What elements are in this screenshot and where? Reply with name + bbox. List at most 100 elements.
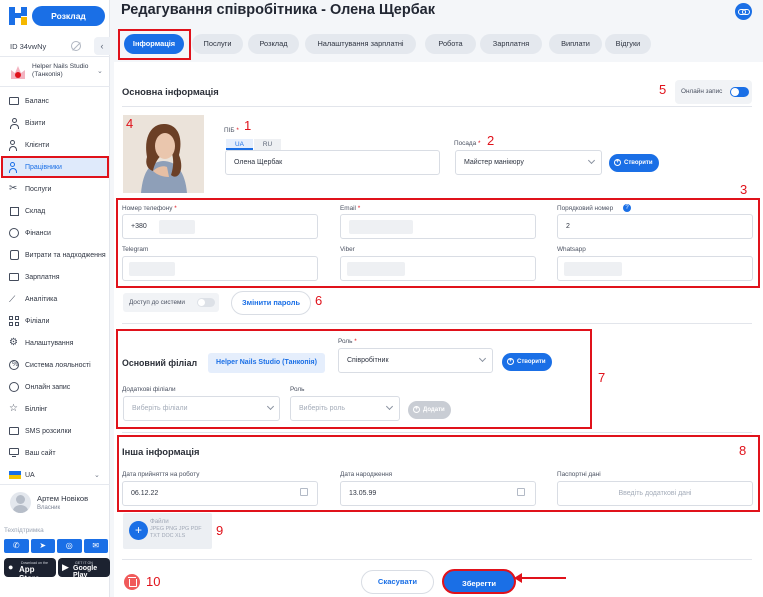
lang-tab-ua[interactable]: UA xyxy=(226,139,253,150)
name-label-text: ПІБ xyxy=(224,127,235,134)
role-select[interactable]: Співробітник xyxy=(338,348,493,373)
delete-icon[interactable] xyxy=(124,574,140,590)
blurred-value xyxy=(347,262,405,276)
app-logo-icon[interactable] xyxy=(9,7,29,25)
viber-icon[interactable]: ◎ xyxy=(57,539,82,553)
employee-photo[interactable] xyxy=(123,115,204,193)
system-access-toggle[interactable] xyxy=(197,298,215,307)
sidebar-item-warehouse[interactable]: Склад xyxy=(0,200,110,222)
email-input[interactable] xyxy=(340,214,536,239)
tab-services[interactable]: Послуги xyxy=(192,34,243,54)
section-title: Основна інформація xyxy=(122,86,219,97)
link-icon[interactable] xyxy=(735,3,752,20)
sidebar-item-salary[interactable]: Зарплатня xyxy=(0,266,110,288)
sidebar-item-label: Зарплатня xyxy=(25,273,60,281)
tab-salary-settings[interactable]: Налаштування зарплатні xyxy=(305,34,416,54)
sidebar-item-label: Послуги xyxy=(25,185,52,193)
sidebar-item-sms[interactable]: SMS розсилки xyxy=(0,420,110,442)
user-profile[interactable]: Артем Новіков Власник xyxy=(0,486,110,522)
sidebar-item-billing[interactable]: ☆ Біллінг xyxy=(0,398,110,420)
hire-date-input[interactable]: 06.12.22 xyxy=(122,481,318,506)
sidebar-item-label: Онлайн запис xyxy=(25,383,71,391)
create-position-button[interactable]: + Створити xyxy=(609,154,659,172)
sidebar-item-finance[interactable]: Фінанси xyxy=(0,222,110,244)
sidebar-item-settings[interactable]: ⚙ Налаштування xyxy=(0,332,110,354)
tab-work[interactable]: Робота xyxy=(425,34,476,54)
telegram-icon[interactable]: ➤ xyxy=(30,539,55,553)
telegram-input[interactable] xyxy=(122,256,318,281)
schedule-button[interactable]: Розклад xyxy=(32,6,105,26)
sidebar-item-branches[interactable]: Філіали xyxy=(0,310,110,332)
viber-input[interactable] xyxy=(340,256,536,281)
phone-icon[interactable]: ✆ xyxy=(4,539,29,553)
position-label: Посада * xyxy=(454,140,480,147)
branch-name[interactable]: Helper Nails Studio (Танкопія) xyxy=(32,63,94,79)
calendar-icon[interactable] xyxy=(300,488,308,496)
create-role-button[interactable]: + Створити xyxy=(502,353,552,371)
whatsapp-label: Whatsapp xyxy=(557,246,586,253)
passport-input[interactable]: Введіть додаткові дані xyxy=(557,481,753,506)
order-label-text: Порядковий номер xyxy=(557,205,614,212)
app-store-button[interactable]: ● Download on the App Store xyxy=(4,558,56,583)
divider xyxy=(122,432,752,433)
sidebar-item-online-booking[interactable]: Онлайн запис xyxy=(0,376,110,398)
whatsapp-input[interactable] xyxy=(557,256,753,281)
chevron-down-icon[interactable]: ⌄ xyxy=(97,67,103,75)
extra-role-select[interactable]: Виберіть роль xyxy=(290,396,400,421)
phone-value: +380 xyxy=(131,223,147,230)
email-label-text: Email xyxy=(340,205,356,212)
extra-branches-select[interactable]: Виберіть філіали xyxy=(123,396,280,421)
cancel-button[interactable]: Скасувати xyxy=(361,570,434,594)
divider xyxy=(122,559,752,560)
portrait-image xyxy=(123,115,204,193)
blurred-value xyxy=(349,220,413,234)
sidebar-item-analytics[interactable]: ⟋ Аналітика xyxy=(0,288,110,310)
annotation-number: 10 xyxy=(146,574,161,589)
sidebar-item-staff[interactable]: Працівники xyxy=(1,156,109,178)
online-booking-toggle[interactable] xyxy=(730,87,749,97)
sidebar-item-visits[interactable]: Візити xyxy=(0,112,110,134)
save-button[interactable]: Зберегти xyxy=(442,569,516,594)
change-password-button[interactable]: Змінити пароль xyxy=(231,291,311,315)
help-icon[interactable]: ? xyxy=(623,204,631,212)
order-number-input[interactable]: 2 xyxy=(557,214,753,239)
files-title: Файли xyxy=(150,518,169,525)
name-input[interactable]: Олена Щербак xyxy=(225,150,440,175)
sidebar-item-label: Фінанси xyxy=(25,229,51,237)
add-branch-button[interactable]: + Додати xyxy=(408,401,451,419)
sidebar-item-label: Баланс xyxy=(25,97,49,105)
telegram-label: Telegram xyxy=(122,246,149,253)
sidebar-item-website[interactable]: Ваш сайт xyxy=(0,442,110,464)
tab-reviews[interactable]: Відгуки xyxy=(605,34,651,54)
lang-tab-ru[interactable]: RU xyxy=(254,139,281,150)
sidebar-item-clients[interactable]: Клієнти xyxy=(0,134,110,156)
tab-schedule[interactable]: Розклад xyxy=(248,34,299,54)
sidebar-item-loyalty[interactable]: % Система лояльності xyxy=(0,354,110,376)
collapse-sidebar-button[interactable]: ‹ xyxy=(94,37,110,55)
email-icon[interactable]: ✉ xyxy=(83,539,108,553)
chevron-down-icon: ⌄ xyxy=(94,472,100,479)
upload-plus-icon[interactable]: + xyxy=(129,521,148,540)
sidebar-item-balance[interactable]: Баланс xyxy=(0,90,110,112)
phone-input[interactable]: +380 xyxy=(122,214,318,239)
tab-salary[interactable]: Зарплатня xyxy=(480,34,542,54)
language-select[interactable]: UA ⌄ xyxy=(0,464,110,486)
calendar-icon[interactable] xyxy=(517,488,525,496)
tab-payouts[interactable]: Виплати xyxy=(549,34,602,54)
app-store-text: App Store xyxy=(19,565,40,583)
birth-date-input[interactable]: 13.05.99 xyxy=(340,481,536,506)
position-select[interactable]: Майстер манікюру xyxy=(455,150,602,175)
blurred-value xyxy=(564,262,622,276)
annotation-number: 9 xyxy=(216,523,224,538)
sidebar-item-services[interactable]: ✂ Послуги xyxy=(0,178,110,200)
sidebar-item-label: Візити xyxy=(25,119,46,127)
scissors-icon: ✂ xyxy=(9,183,18,194)
sidebar-item-expenses[interactable]: Витрати та надходження xyxy=(0,244,110,266)
extra-role-placeholder: Виберіть роль xyxy=(299,405,346,412)
google-play-button[interactable]: ▶ GET IT ON Google Play xyxy=(58,558,110,579)
role-label-text: Роль xyxy=(338,338,353,345)
file-upload[interactable]: + Файли JPEG PNG JPG PDF TXT DOC XLS xyxy=(123,513,212,549)
position-label-text: Посада xyxy=(454,140,477,147)
hide-icon[interactable] xyxy=(71,41,81,51)
phone-label-text: Номер телефону xyxy=(122,205,173,212)
